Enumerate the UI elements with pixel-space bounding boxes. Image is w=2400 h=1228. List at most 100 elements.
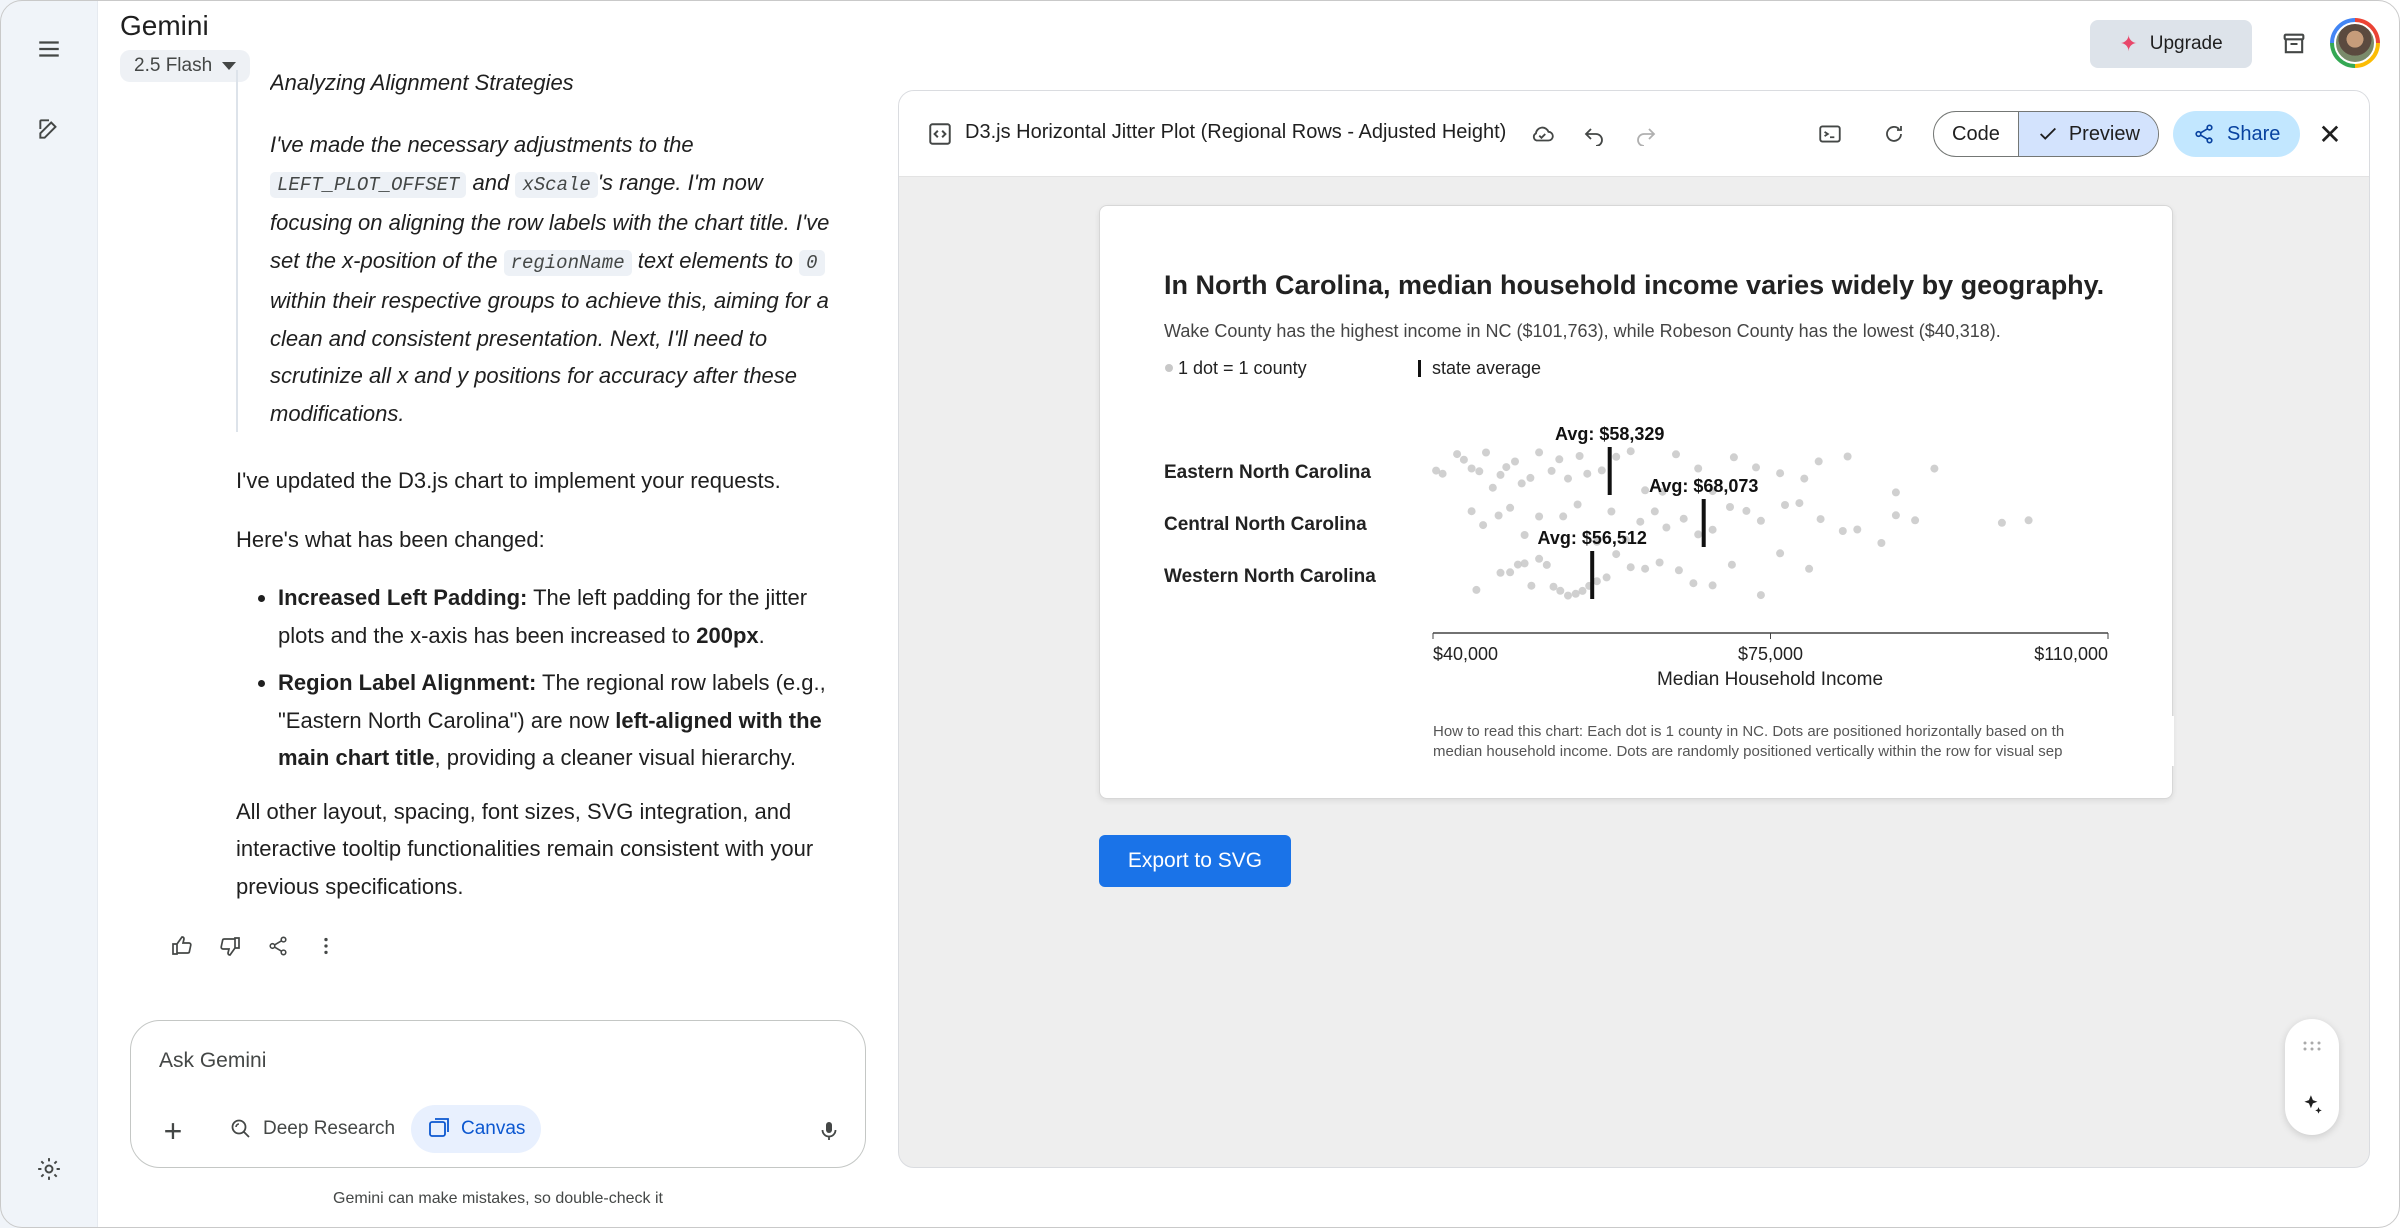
add-icon[interactable]: + xyxy=(155,1113,191,1149)
county-dot[interactable] xyxy=(1694,530,1703,539)
county-dot[interactable] xyxy=(1795,499,1804,508)
undo-icon[interactable] xyxy=(1577,117,1611,151)
county-dot[interactable] xyxy=(1555,455,1564,464)
county-dot[interactable] xyxy=(1756,591,1765,600)
edit-sparkle-icon[interactable] xyxy=(2296,1089,2328,1121)
county-dot[interactable] xyxy=(1511,457,1519,466)
county-dot[interactable] xyxy=(1482,448,1490,457)
county-dot[interactable] xyxy=(1573,500,1582,509)
county-dot[interactable] xyxy=(1679,514,1688,523)
county-dot[interactable] xyxy=(1626,447,1635,456)
county-dot[interactable] xyxy=(1752,463,1760,472)
county-dot[interactable] xyxy=(1520,559,1529,568)
county-dot[interactable] xyxy=(1506,568,1515,577)
county-dot[interactable] xyxy=(1517,479,1526,488)
drag-handle-icon[interactable] xyxy=(2302,1041,2322,1051)
prompt-input-box[interactable]: Ask Gemini + Deep Research Canvas xyxy=(130,1020,866,1168)
county-dot[interactable] xyxy=(1467,464,1476,473)
county-dot[interactable] xyxy=(1843,452,1852,461)
county-dot[interactable] xyxy=(1800,474,1809,483)
preview-tab[interactable]: Preview xyxy=(2017,112,2158,156)
county-dot[interactable] xyxy=(1612,550,1621,559)
county-dot[interactable] xyxy=(1672,450,1680,459)
county-dot[interactable] xyxy=(1641,564,1650,573)
redo-icon[interactable] xyxy=(1629,117,1663,151)
county-dot[interactable] xyxy=(1496,568,1505,577)
county-dot[interactable] xyxy=(1708,525,1717,534)
county-dot[interactable] xyxy=(1527,581,1536,590)
county-dot[interactable] xyxy=(1607,507,1616,516)
county-dot[interactable] xyxy=(1556,586,1565,595)
cloud-save-icon[interactable] xyxy=(1525,117,1559,151)
code-tab[interactable]: Code xyxy=(1934,112,2018,156)
county-dot[interactable] xyxy=(1930,464,1939,473)
console-icon[interactable] xyxy=(1813,117,1847,151)
refresh-icon[interactable] xyxy=(1877,117,1911,151)
archive-icon[interactable] xyxy=(2274,24,2314,64)
county-dot[interactable] xyxy=(1636,517,1645,526)
county-dot[interactable] xyxy=(1641,486,1650,495)
county-dot[interactable] xyxy=(1756,516,1765,525)
menu-icon[interactable] xyxy=(26,26,72,72)
county-dot[interactable] xyxy=(1475,467,1484,476)
county-dot[interactable] xyxy=(1564,591,1572,600)
county-dot[interactable] xyxy=(1559,512,1568,521)
county-dot[interactable] xyxy=(1997,518,2006,527)
county-dot[interactable] xyxy=(1814,457,1823,466)
county-dot[interactable] xyxy=(1542,560,1551,569)
county-dot[interactable] xyxy=(1742,506,1751,515)
share-icon[interactable] xyxy=(262,930,294,962)
county-dot[interactable] xyxy=(1479,521,1488,530)
county-dot[interactable] xyxy=(1575,452,1584,460)
county-dot[interactable] xyxy=(1655,558,1664,567)
county-dot[interactable] xyxy=(1781,501,1789,509)
county-dot[interactable] xyxy=(1472,585,1481,594)
county-dot[interactable] xyxy=(1694,464,1703,473)
county-dot[interactable] xyxy=(1467,507,1476,516)
close-icon[interactable]: ✕ xyxy=(2313,117,2347,151)
settings-icon[interactable] xyxy=(26,1146,72,1192)
county-dot[interactable] xyxy=(1496,470,1505,479)
county-dot[interactable] xyxy=(1626,563,1635,572)
more-options-icon[interactable] xyxy=(310,930,342,962)
county-dot[interactable] xyxy=(1520,531,1529,539)
share-button[interactable]: Share xyxy=(2173,111,2301,157)
county-dot[interactable] xyxy=(1506,503,1515,512)
county-dot[interactable] xyxy=(1578,586,1587,595)
county-dot[interactable] xyxy=(1816,515,1825,524)
county-dot[interactable] xyxy=(1602,573,1611,582)
county-dot[interactable] xyxy=(1891,511,1900,520)
county-dot[interactable] xyxy=(1513,560,1522,569)
new-chat-icon[interactable] xyxy=(26,106,72,152)
deep-research-button[interactable]: Deep Research xyxy=(215,1105,409,1153)
county-dot[interactable] xyxy=(1776,469,1785,478)
county-dot[interactable] xyxy=(1662,523,1671,532)
canvas-button[interactable]: Canvas xyxy=(411,1105,542,1153)
county-dot[interactable] xyxy=(1494,511,1503,520)
county-dot[interactable] xyxy=(1776,549,1785,558)
county-dot[interactable] xyxy=(1708,581,1717,590)
county-dot[interactable] xyxy=(1597,466,1606,475)
county-dot[interactable] xyxy=(1726,503,1734,511)
microphone-icon[interactable] xyxy=(811,1113,847,1149)
county-dot[interactable] xyxy=(1459,455,1468,464)
thumbs-down-icon[interactable] xyxy=(214,930,246,962)
county-dot[interactable] xyxy=(1689,579,1698,588)
county-dot[interactable] xyxy=(1571,589,1580,598)
county-dot[interactable] xyxy=(1535,448,1544,457)
county-dot[interactable] xyxy=(1549,582,1558,591)
county-dot[interactable] xyxy=(1729,453,1738,462)
county-dot[interactable] xyxy=(1650,507,1659,516)
county-dot[interactable] xyxy=(1838,527,1847,535)
county-dot[interactable] xyxy=(1727,560,1736,569)
county-dot[interactable] xyxy=(1853,525,1862,534)
county-dot[interactable] xyxy=(1535,512,1544,521)
county-dot[interactable] xyxy=(1564,474,1572,483)
county-dot[interactable] xyxy=(2024,516,2033,525)
county-dot[interactable] xyxy=(1438,469,1447,478)
county-dot[interactable] xyxy=(1877,539,1886,547)
export-svg-button[interactable]: Export to SVG xyxy=(1099,835,1291,887)
thumbs-up-icon[interactable] xyxy=(166,930,198,962)
county-dot[interactable] xyxy=(1502,463,1511,472)
county-dot[interactable] xyxy=(1911,516,1920,525)
